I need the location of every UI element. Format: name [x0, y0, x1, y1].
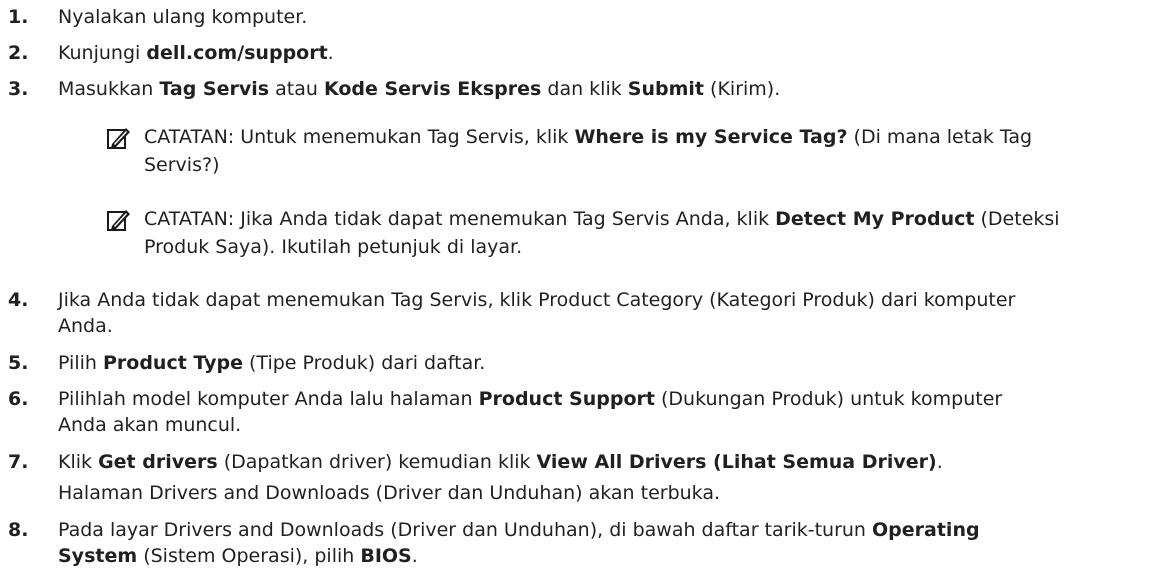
text-run: . — [936, 451, 943, 473]
note-text: Untuk menemukan Tag Servis, klik Where i… — [234, 126, 1032, 148]
bold-term: Where is my Service Tag? — [574, 126, 848, 148]
bold-term: BIOS — [360, 545, 412, 567]
step-number: 5. — [8, 352, 29, 374]
bold-term: Tag Servis — [159, 78, 270, 100]
bold-term: Get drivers — [98, 451, 218, 473]
text-run: Pada layar Drivers and Downloads (Driver… — [58, 519, 873, 541]
bold-term: System — [58, 545, 138, 567]
step-4-line2: Anda. — [58, 313, 1138, 339]
step-text: Pada layar Drivers and Downloads (Driver… — [58, 517, 1138, 543]
step-text: Pilihlah model komputer Anda lalu halama… — [58, 386, 1138, 412]
step-text: Klik Get drivers (Dapatkan driver) kemud… — [58, 449, 1138, 475]
text-run: Pilihlah model komputer Anda lalu halama… — [58, 388, 479, 410]
bold-term: Product Type — [102, 352, 243, 374]
note-text: Jika Anda tidak dapat menemukan Tag Serv… — [234, 208, 1059, 230]
pencil-note-icon — [106, 125, 132, 151]
step-number: 4. — [8, 289, 29, 311]
text-run: (Kirim). — [704, 78, 781, 100]
text-run: Anda akan muncul. — [58, 414, 242, 436]
text-run: (Tipe Produk) dari daftar. — [242, 352, 486, 374]
text-run: Nyalakan ulang komputer. — [58, 6, 308, 28]
bold-term: Kode Servis Ekspres — [323, 78, 542, 100]
text-run: Masukkan — [58, 78, 160, 100]
bold-term: dell.com/support — [146, 42, 328, 64]
note-text-line2: Produk Saya). Ikutilah petunjuk di layar… — [144, 236, 523, 258]
text-run: Jika Anda tidak dapat menemukan Tag Serv… — [234, 208, 776, 230]
text-run: Jika Anda tidak dapat menemukan Tag Serv… — [58, 289, 1016, 311]
note-text-line2: Servis?) — [144, 154, 220, 176]
text-run: Untuk menemukan Tag Servis, klik — [234, 126, 575, 148]
step-text: Masukkan Tag Servis atau Kode Servis Eks… — [58, 76, 1138, 102]
text-run: Halaman Drivers and Downloads (Driver da… — [58, 482, 721, 504]
note-label: CATATAN: — [144, 208, 235, 230]
bold-term: Submit — [627, 78, 704, 100]
text-run: Pilih — [58, 352, 103, 374]
text-run: (Sistem Operasi), pilih — [137, 545, 361, 567]
note-body: CATATAN: Untuk menemukan Tag Servis, kli… — [144, 123, 1144, 179]
note-body: CATATAN: Jika Anda tidak dapat menemukan… — [144, 205, 1144, 261]
pencil-note-icon — [106, 207, 132, 233]
text-run: (Deteksi — [974, 208, 1060, 230]
step-number: 8. — [8, 519, 29, 541]
bold-term: Operating — [872, 519, 980, 541]
text-run: Klik — [58, 451, 99, 473]
bold-term: Detect My Product — [775, 208, 975, 230]
text-run: . — [327, 42, 334, 64]
text-run: (Dapatkan driver) kemudian klik — [217, 451, 537, 473]
step-text: Nyalakan ulang komputer. — [58, 4, 1138, 30]
text-run: Kunjungi — [58, 42, 147, 64]
step-text: Pilih Product Type (Tipe Produk) dari da… — [58, 350, 1138, 376]
text-run: . — [411, 545, 418, 567]
text-run: Anda. — [58, 315, 113, 337]
bold-term: View All Drivers (Lihat Semua Driver) — [536, 451, 937, 473]
text-run: (Di mana letak Tag — [847, 126, 1033, 148]
step-6-line2: Anda akan muncul. — [58, 412, 1138, 438]
note-label: CATATAN: — [144, 126, 235, 148]
text-run: (Dukungan Produk) untuk komputer — [654, 388, 1003, 410]
text-run: dan klik — [541, 78, 628, 100]
text-run: atau — [269, 78, 324, 100]
step-number: 7. — [8, 451, 29, 473]
step-number: 6. — [8, 388, 29, 410]
step-7-line2: Halaman Drivers and Downloads (Driver da… — [58, 480, 1138, 506]
step-text: Jika Anda tidak dapat menemukan Tag Serv… — [58, 287, 1138, 313]
document-page: 1. Nyalakan ulang komputer. 2. Kunjungi … — [0, 0, 1163, 576]
bold-term: Product Support — [478, 388, 655, 410]
step-number: 3. — [8, 78, 29, 100]
step-8-line2: System (Sistem Operasi), pilih BIOS. — [58, 543, 1138, 569]
step-text: Kunjungi dell.com/support. — [58, 40, 1138, 66]
step-number: 2. — [8, 42, 29, 64]
step-number: 1. — [8, 6, 29, 28]
